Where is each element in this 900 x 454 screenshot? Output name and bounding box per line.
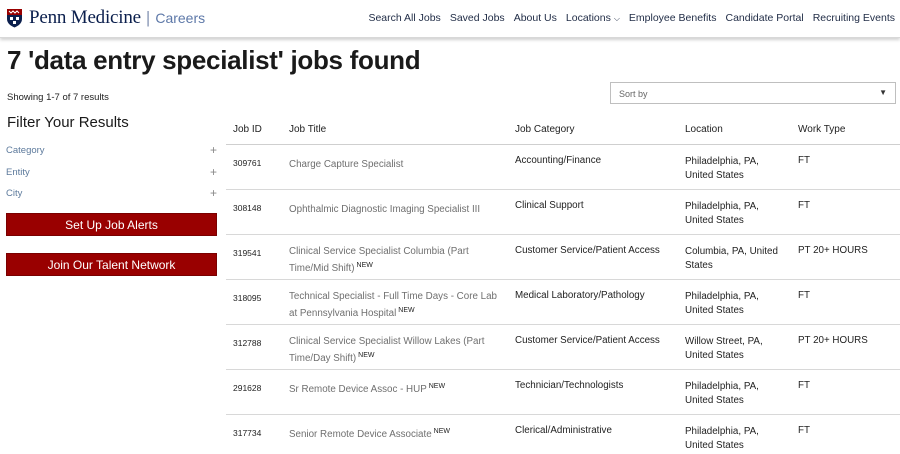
job-title-text: Charge Capture Specialist — [289, 159, 404, 170]
job-category: Customer Service/Patient Access — [515, 245, 660, 256]
job-id: 308148 — [233, 203, 262, 213]
nav-locations-label: Locations — [565, 12, 611, 24]
nav-search-all-jobs[interactable]: Search All Jobs — [368, 12, 440, 24]
table-row: 312788 Clinical Service Specialist Willo… — [226, 325, 900, 370]
job-id: 319541 — [233, 248, 262, 258]
plus-icon: + — [209, 143, 217, 157]
facet-category[interactable]: Category + — [6, 143, 217, 157]
job-id: 309761 — [233, 158, 262, 168]
job-title-text: Ophthalmic Diagnostic Imaging Specialist… — [289, 204, 481, 215]
job-title-text: Technical Specialist - Full Time Days - … — [289, 291, 497, 319]
job-title-text: Sr Remote Device Assoc - HUP — [289, 384, 427, 395]
column-header-work-type[interactable]: Work Type — [798, 124, 845, 135]
facet-label: Entity — [6, 167, 30, 178]
join-talent-network-button[interactable]: Join Our Talent Network — [6, 253, 217, 276]
column-header-job-category[interactable]: Job Category — [515, 124, 574, 135]
table-row: 319541 Clinical Service Specialist Colum… — [226, 235, 900, 280]
brand-section: Careers — [155, 10, 206, 26]
job-category: Medical Laboratory/Pathology — [515, 290, 645, 301]
site-logo[interactable]: Penn Medicine | Careers — [6, 7, 205, 29]
nav-saved-jobs[interactable]: Saved Jobs — [450, 12, 505, 24]
plus-icon: + — [209, 165, 217, 179]
sort-select[interactable]: Sort by ▼ — [610, 82, 896, 104]
nav-locations[interactable]: Locations ⌵ — [566, 12, 620, 24]
job-category: Technician/Technologists — [515, 380, 624, 391]
job-location: Columbia, PA, United States — [685, 246, 778, 271]
table-row: 317734 Senior Remote Device Associate NEW… — [226, 415, 900, 454]
job-title-link[interactable]: Senior Remote Device Associate NEW — [289, 425, 503, 442]
penn-shield-icon — [7, 9, 22, 28]
job-title-link[interactable]: Ophthalmic Diagnostic Imaging Specialist… — [289, 200, 503, 217]
job-title-text: Clinical Service Specialist Willow Lakes… — [289, 336, 485, 364]
job-location: Philadelphia, PA, United States — [685, 156, 759, 181]
job-category: Clerical/Administrative — [515, 425, 612, 436]
job-title-link[interactable]: Clinical Service Specialist Columbia (Pa… — [289, 245, 503, 275]
job-category: Accounting/Finance — [515, 155, 602, 166]
dropdown-arrow-icon: ▼ — [879, 88, 887, 97]
job-work-type: FT — [798, 425, 810, 436]
plus-icon: + — [209, 186, 217, 200]
job-work-type: FT — [798, 200, 810, 211]
job-title-link[interactable]: Technical Specialist - Full Time Days - … — [289, 290, 503, 320]
job-work-type: PT 20+ HOURS — [798, 335, 868, 346]
job-category: Clinical Support — [515, 200, 584, 211]
top-navigation-bar: Penn Medicine | Careers Search All Jobs … — [0, 0, 900, 38]
job-work-type: PT 20+ HOURS — [798, 245, 868, 256]
job-id: 312788 — [233, 338, 262, 348]
job-title-link[interactable]: Charge Capture Specialist — [289, 155, 503, 172]
facet-label: City — [6, 188, 23, 199]
job-category: Customer Service/Patient Access — [515, 335, 660, 346]
jobs-table: Job ID Job Title Job Category Location W… — [226, 112, 900, 454]
job-id: 317734 — [233, 428, 262, 438]
job-title-link[interactable]: Clinical Service Specialist Willow Lakes… — [289, 335, 503, 365]
job-location: Philadelphia, PA, United States — [685, 426, 759, 451]
results-heading: 7 'data entry specialist' jobs found — [7, 45, 421, 75]
main-nav: Search All Jobs Saved Jobs About Us Loca… — [359, 12, 895, 24]
nav-employee-benefits[interactable]: Employee Benefits — [629, 12, 717, 24]
new-badge: NEW — [358, 351, 375, 359]
table-row: 308148 Ophthalmic Diagnostic Imaging Spe… — [226, 190, 900, 235]
job-work-type: FT — [798, 380, 810, 391]
table-row: 309761 Charge Capture Specialist Account… — [226, 145, 900, 190]
job-location: Philadelphia, PA, United States — [685, 291, 759, 316]
chevron-down-icon: ⌵ — [613, 14, 620, 23]
nav-recruiting-events[interactable]: Recruiting Events — [813, 12, 895, 24]
column-header-job-title[interactable]: Job Title — [289, 124, 326, 135]
nav-candidate-portal[interactable]: Candidate Portal — [725, 12, 803, 24]
sort-label: Sort by — [619, 89, 648, 99]
table-row: 318095 Technical Specialist - Full Time … — [226, 280, 900, 325]
new-badge: NEW — [356, 261, 373, 269]
job-id: 318095 — [233, 293, 262, 303]
column-header-location[interactable]: Location — [685, 124, 723, 135]
new-badge: NEW — [398, 306, 415, 314]
results-count: Showing 1-7 of 7 results — [7, 92, 109, 103]
column-header-job-id[interactable]: Job ID — [233, 124, 262, 135]
filter-title: Filter Your Results — [7, 114, 129, 131]
set-up-job-alerts-button[interactable]: Set Up Job Alerts — [6, 213, 217, 236]
job-title-text: Senior Remote Device Associate — [289, 429, 432, 440]
facet-city[interactable]: City + — [6, 186, 217, 200]
brand-name: Penn Medicine — [29, 7, 141, 28]
job-work-type: FT — [798, 155, 810, 166]
brand-separator: | — [145, 8, 151, 27]
table-header: Job ID Job Title Job Category Location W… — [226, 112, 900, 145]
job-title-link[interactable]: Sr Remote Device Assoc - HUP NEW — [289, 380, 503, 397]
job-location: Philadelphia, PA, United States — [685, 381, 759, 406]
new-badge: NEW — [433, 428, 451, 435]
facet-entity[interactable]: Entity + — [6, 165, 217, 179]
job-location: Philadelphia, PA, United States — [685, 201, 759, 226]
nav-about-us[interactable]: About Us — [514, 12, 557, 24]
table-row: 291628 Sr Remote Device Assoc - HUP NEW T… — [226, 370, 900, 415]
job-location: Willow Street, PA, United States — [685, 336, 763, 361]
job-title-text: Clinical Service Specialist Columbia (Pa… — [289, 246, 469, 274]
job-work-type: FT — [798, 290, 810, 301]
facet-label: Category — [6, 145, 45, 156]
job-id: 291628 — [233, 383, 262, 393]
new-badge: NEW — [428, 383, 446, 390]
